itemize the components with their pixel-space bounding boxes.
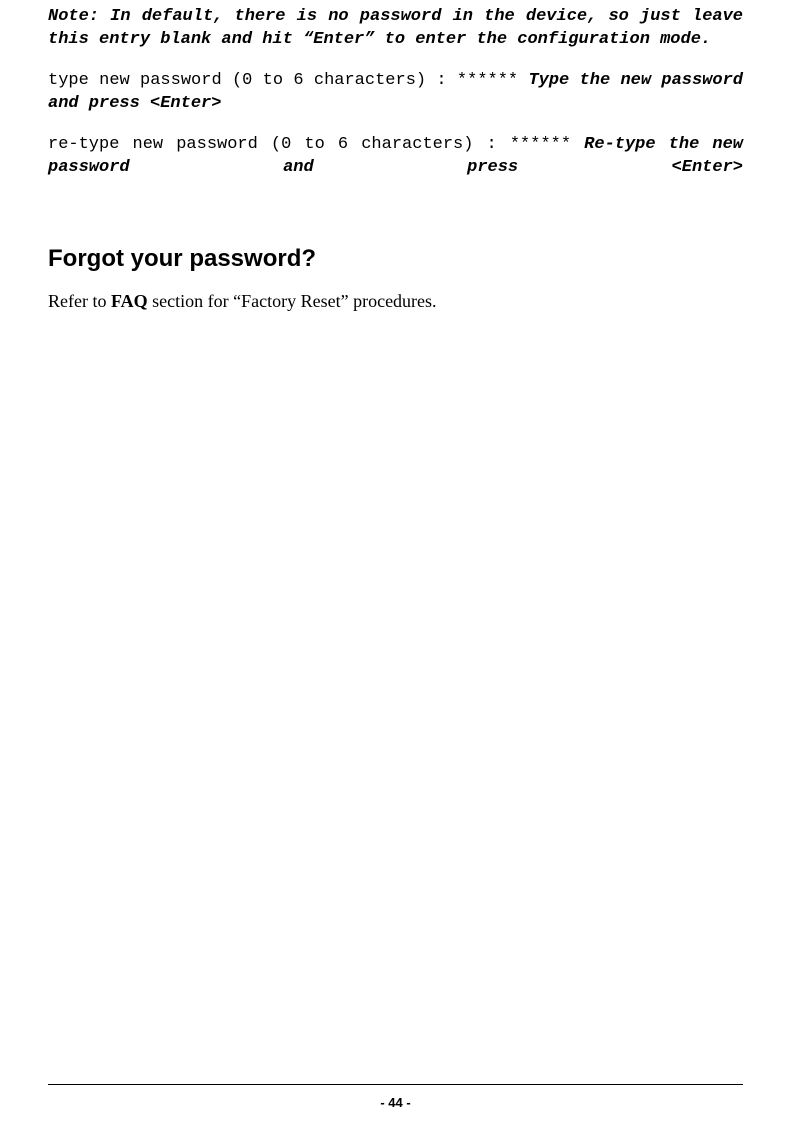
note-paragraph: Note: In default, there is no password i…	[48, 6, 743, 52]
footer-divider	[48, 1084, 743, 1085]
page-number: - 44 -	[0, 1095, 791, 1110]
type-password-paragraph: type new password (0 to 6 characters) : …	[48, 70, 743, 116]
faq-prefix: Refer to	[48, 291, 111, 311]
note-text: Note: In default, there is no password i…	[48, 7, 743, 49]
page-footer: - 44 -	[0, 1084, 791, 1110]
retype-password-paragraph: re-type new password (0 to 6 characters)…	[48, 134, 743, 203]
forgot-password-heading: Forgot your password?	[48, 245, 743, 273]
retype-password-prompt: re-type new password (0 to 6 characters)…	[48, 135, 584, 154]
type-password-prompt: type new password (0 to 6 characters) : …	[48, 71, 528, 90]
faq-paragraph: Refer to FAQ section for “Factory Reset”…	[48, 289, 743, 313]
faq-suffix: section for “Factory Reset” procedures.	[148, 291, 437, 311]
faq-bold: FAQ	[111, 291, 148, 311]
page-content: Note: In default, there is no password i…	[0, 0, 791, 313]
